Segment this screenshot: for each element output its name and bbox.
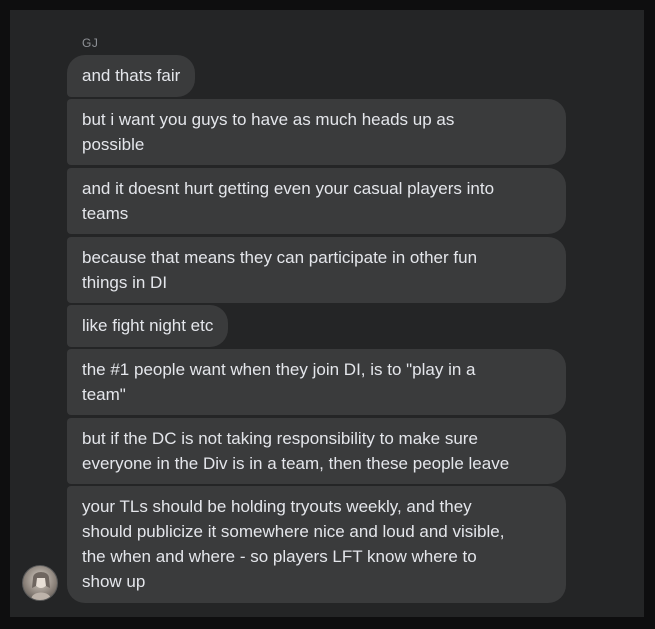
sender-name: GJ [82,36,99,50]
user-avatar[interactable] [22,565,58,601]
message-bubble[interactable]: and it doesnt hurt getting even your cas… [67,168,566,234]
message-bubble[interactable]: your TLs should be holding tryouts weekl… [67,486,566,603]
message-bubble[interactable]: but if the DC is not taking responsibili… [67,418,566,484]
message-bubble[interactable]: and thats fair [67,55,196,97]
message-bubble[interactable]: because that means they can participate … [67,237,566,303]
message-bubble[interactable]: like fight night etc [67,305,229,347]
message-bubble[interactable]: but i want you guys to have as much head… [67,99,566,165]
message-bubble[interactable]: the #1 people want when they join DI, is… [67,349,566,415]
